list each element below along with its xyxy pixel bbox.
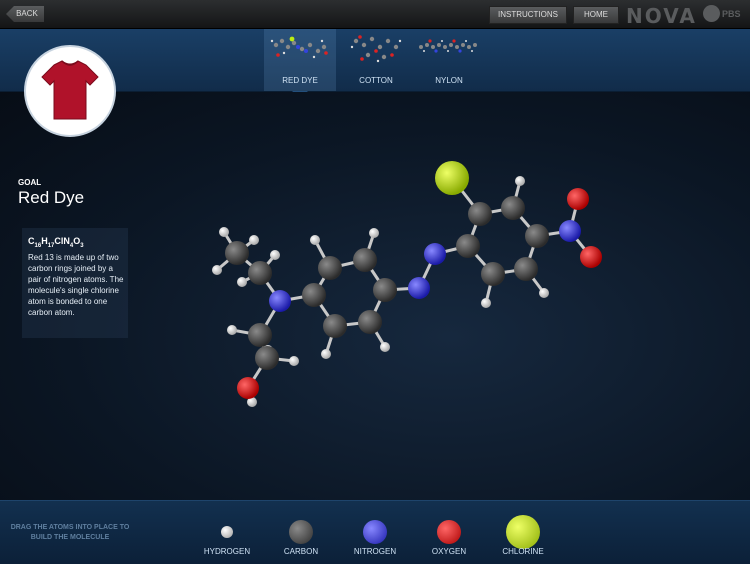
hydrogen-atom-icon[interactable] [221,526,233,538]
oxygen-atom-icon[interactable] [437,520,461,544]
tab-cotton[interactable]: COTTON [340,29,412,91]
instructions-button[interactable]: INSTRUCTIONS [489,6,567,24]
nylon-thumbnail-icon [419,39,477,53]
nitrogen-label: NITROGEN [353,547,397,556]
pbs-logo-icon [703,5,720,22]
carbon-atom-icon[interactable] [289,520,313,544]
molecule-model[interactable] [200,150,620,420]
palette-nitrogen[interactable]: NITROGEN [340,506,410,561]
nova-logo: NOVA [626,4,697,28]
tab-label-cotton: COTTON [359,76,393,85]
palette-carbon[interactable]: CARBON [266,506,336,561]
bonds [216,177,593,403]
tab-label-nylon: NYLON [435,76,463,85]
back-button[interactable]: BACK [6,6,44,22]
chemical-formula: C16H17ClN4O3 [28,236,84,249]
chlorine-atom-icon[interactable] [506,515,540,549]
cotton-thumbnail-icon [350,35,402,63]
tab-label-red-dye: RED DYE [282,76,318,85]
drag-instruction: DRAG THE ATOMS INTO PLACE TO BUILD THE M… [10,524,130,541]
carbon-label: CARBON [283,547,319,556]
goal-label: GOAL [18,178,42,187]
goal-title: Red Dye [18,188,85,207]
chlorine-label: CHLORINE [502,547,544,556]
nitrogen-atom-icon[interactable] [363,520,387,544]
red-dye-thumbnail-icon [270,36,328,59]
t-shirt-icon [41,60,99,120]
palette-oxygen[interactable]: OXYGEN [414,506,484,561]
chlorine-atom [435,161,469,195]
hydrogen-label: HYDROGEN [203,547,251,556]
molecule-description: Red 13 is made up of two carbon rings jo… [28,253,124,317]
tab-red-dye[interactable]: RED DYE [264,29,336,91]
palette-chlorine[interactable]: CHLORINE [488,506,558,561]
product-image [24,45,116,137]
top-bar: BACK INSTRUCTIONS HOME NOVA PBS [0,0,750,29]
pbs-logo-text: PBS [722,9,741,19]
molecule-info-panel: C16H17ClN4O3 Red 13 is made up of two ca… [22,228,128,338]
oxygen-label: OXYGEN [431,547,467,556]
palette-hydrogen[interactable]: HYDROGEN [192,506,262,561]
atom-palette: DRAG THE ATOMS INTO PLACE TO BUILD THE M… [0,500,750,564]
tab-nylon[interactable]: NYLON [413,29,485,91]
home-button[interactable]: HOME [573,6,619,24]
